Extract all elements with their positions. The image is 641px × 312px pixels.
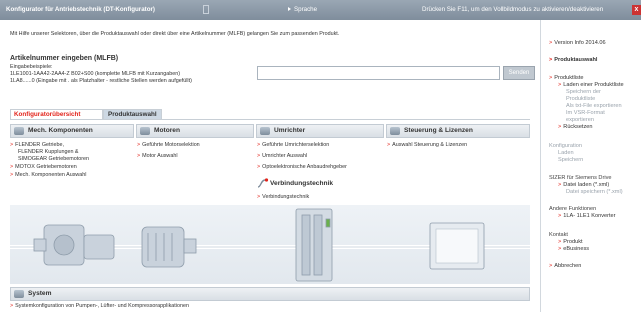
link-motox[interactable]: > MOTOX Getriebemotoren [10, 164, 77, 171]
speichern-produktliste-1: Speichern der [566, 89, 601, 95]
category-title: Mech. Komponenten [28, 127, 93, 134]
category-umrichter[interactable]: Umrichter [256, 124, 384, 138]
datei-speichern: Datei speichern (*.xml) [566, 189, 623, 195]
language-menu[interactable]: Sprache [288, 6, 317, 13]
system-icon [14, 290, 24, 298]
gear-icon [14, 127, 24, 135]
konfiguration-laden: Laden [558, 150, 574, 156]
product-illustration [10, 205, 530, 284]
link-umrichter-auswahl[interactable]: > Umrichter Auswahl [257, 153, 307, 160]
link-gefuehrte-motorselektion[interactable]: > Geführte Motorselektion [137, 142, 200, 149]
verbindungstechnik-heading[interactable]: Verbindungstechnik [270, 180, 333, 187]
mlfb-example-2: 1LA8......0 (Eingabe mit . als Platzhalt… [10, 78, 192, 84]
mlfb-examples-label: Eingabebeispiele: [10, 64, 53, 70]
link-motor-auswahl[interactable]: > Motor Auswahl [137, 153, 178, 160]
link-konverter[interactable]: >1LA- 1LE1 Konverter [558, 213, 616, 220]
inverter-icon [260, 127, 270, 135]
motor-illustration [141, 226, 197, 268]
gearbox-illustration [33, 224, 115, 266]
konfiguration-speichern: Speichern [558, 157, 584, 163]
link-flender-kupplungen[interactable]: FLENDER Kupplungen & [18, 149, 79, 156]
category-steuerung-lizenzen[interactable]: Steuerung & Lizenzen [386, 124, 530, 138]
fullscreen-hint: Drücken Sie F11, um den Vollbildmodus zu… [422, 6, 604, 13]
link-gefuehrte-umrichterselektion[interactable]: > Geführte Umrichterselektion [257, 142, 329, 149]
mlfb-input[interactable] [257, 66, 500, 80]
link-simogear[interactable]: SIMOGEAR Getriebemotoren [18, 156, 89, 163]
link-produktliste[interactable]: > Produktliste [549, 75, 584, 82]
motor-icon [140, 127, 150, 135]
link-version-info[interactable]: > Version Info 2014.06 [549, 40, 606, 47]
link-auswahl-steuerung[interactable]: > Auswahl Steuerung & Lizenzen [387, 142, 467, 149]
link-laden-produktliste[interactable]: > Laden einer Produktliste [558, 82, 624, 89]
hmi-panel-illustration [429, 222, 485, 270]
link-systemkonfiguration[interactable]: > Systemkonfiguration von Pumpen-, Lüfter… [10, 303, 189, 310]
product-lineup-illustration [10, 208, 530, 282]
category-system[interactable]: System [10, 287, 530, 301]
link-datei-laden[interactable]: > Datei laden (*.xml) [558, 182, 609, 189]
intro-text: Mit Hilfe unserer Selektoren, über die P… [10, 31, 340, 37]
language-arrow-icon [288, 7, 291, 11]
link-abbrechen[interactable]: > Abbrechen [549, 263, 581, 270]
title-menu-toggle[interactable] [203, 5, 209, 14]
speichern-produktliste-2: Produktliste [566, 96, 596, 102]
category-title: Steuerung & Lizenzen [404, 127, 473, 134]
controller-icon [390, 127, 400, 135]
mlfb-example-1: 1LE1001-1AA42-2AA4-Z B02+S00 (komplette … [10, 71, 181, 77]
konfiguration-heading: Konfiguration [549, 143, 582, 149]
link-ruecksetzen[interactable]: > Rücksetzen [558, 124, 593, 131]
category-motoren[interactable]: Motoren [136, 124, 254, 138]
cable-icon [257, 178, 269, 188]
export-txt: Als txt-File exportieren [566, 103, 622, 109]
link-mech-auswahl[interactable]: > Mech. Komponenten Auswahl [10, 172, 86, 179]
kontakt-heading: Kontakt [549, 232, 568, 238]
link-verbindungstechnik[interactable]: > Verbindungstechnik [257, 194, 309, 201]
export-vsr-2: exportieren [566, 117, 594, 123]
link-kontakt-ebusiness[interactable]: > eBusiness [558, 246, 589, 253]
mlfb-title: Artikelnummer eingeben (MLFB) [10, 55, 119, 62]
top-bar: Konfigurator für Antriebstechnik (DT-Kon… [0, 0, 641, 20]
send-button[interactable]: Senden [503, 66, 535, 80]
inverter-illustration [295, 208, 333, 282]
category-mech-komponenten[interactable]: Mech. Komponenten [10, 124, 134, 138]
sizer-heading: SIZER für Siemens Drive [549, 175, 612, 181]
link-kontakt-produkt[interactable]: > Produkt [558, 239, 583, 246]
link-flender-getriebe[interactable]: > FLENDER Getriebe, [10, 142, 64, 149]
language-label: Sprache [294, 6, 318, 13]
export-vsr: Im VSR-Format [566, 110, 605, 116]
andere-funktionen-heading: Andere Funktionen [549, 206, 597, 212]
app-title: Konfigurator für Antriebstechnik (DT-Kon… [6, 6, 155, 13]
category-title: Umrichter [274, 127, 306, 134]
close-button[interactable]: x [632, 5, 641, 15]
tab-divider [10, 119, 530, 120]
category-title: Motoren [154, 127, 181, 134]
link-produktauswahl[interactable]: > Produktauswahl [549, 57, 598, 64]
category-title: System [28, 290, 52, 297]
link-anbaudrehgeber[interactable]: > Optoelektronische Anbaudrehgeber [257, 164, 347, 171]
